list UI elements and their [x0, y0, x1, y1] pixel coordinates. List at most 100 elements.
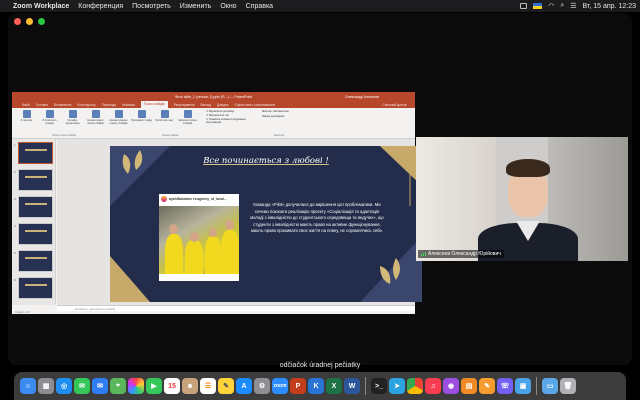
slide-thumbnail[interactable]: 3	[14, 196, 53, 218]
custom-show-icon	[91, 110, 100, 118]
slide-thumbnail[interactable]: 4	[14, 223, 53, 245]
button-label: Записати показ слайдів	[178, 119, 197, 125]
slide-thumbnail[interactable]: 5	[14, 250, 53, 272]
menu-item-help[interactable]: Справка	[246, 3, 273, 10]
from-beginning-button[interactable]: З початку	[16, 110, 37, 132]
menu-item-edit[interactable]: Изменить	[180, 3, 212, 10]
online-icon	[68, 110, 77, 118]
chrome-icon[interactable]	[407, 378, 423, 394]
setup-checkboxes: Відтворити розповіді Використати час Пок…	[206, 110, 254, 136]
facetime-icon[interactable]: ▶	[146, 378, 162, 394]
books-icon[interactable]: ▤	[461, 378, 477, 394]
slide-title[interactable]: Все починається з любові !	[110, 156, 422, 166]
tab-home[interactable]: Головна	[36, 103, 48, 107]
mail-icon[interactable]: ✉	[92, 378, 108, 394]
input-language-icon[interactable]	[533, 3, 543, 9]
tab-help[interactable]: Довідка	[217, 103, 228, 107]
menu-app-name[interactable]: Zoom Workplace	[13, 3, 69, 10]
appstore-icon[interactable]: A	[236, 378, 252, 394]
hide-slide-button[interactable]: Приховати слайд	[131, 110, 152, 132]
tab-design[interactable]: Конструктор	[77, 103, 95, 107]
minimize-window-button[interactable]	[26, 18, 33, 25]
rehearse-timings-button[interactable]: Репетиція часу	[154, 110, 175, 132]
slide-thumbnail[interactable]: 6	[14, 277, 53, 299]
menu-item-view[interactable]: Посмотреть	[132, 3, 171, 10]
person-shape	[185, 240, 203, 274]
instagram-post-image[interactable]: ayshiftukraine та agency_of_local...	[159, 194, 239, 281]
viber-icon[interactable]: ☏	[497, 378, 513, 394]
tab-insert[interactable]: Вставлення	[54, 103, 71, 107]
person-shape	[165, 234, 183, 274]
hide-slide-icon	[137, 110, 146, 118]
word-icon[interactable]: W	[344, 378, 360, 394]
person-head	[169, 224, 178, 234]
photos-icon[interactable]	[128, 378, 144, 394]
battery-icon[interactable]	[520, 3, 528, 9]
button-label: З початку	[20, 119, 33, 122]
pages-icon[interactable]: ✎	[479, 378, 495, 394]
terminal-icon[interactable]: >_	[371, 378, 387, 394]
contacts-icon[interactable]: ☻	[182, 378, 198, 394]
zoom-icon[interactable]: zoom	[272, 378, 288, 394]
show-media-controls-checkbox[interactable]: Показати елементи керування мультимедіа	[206, 118, 254, 124]
excel-icon[interactable]: X	[326, 378, 342, 394]
slide-body-text[interactable]: Команда «Pilot» долучилася до вирішення …	[250, 202, 384, 235]
person-head	[190, 232, 199, 242]
powerpoint-user: Олександр Алексеєв	[344, 94, 379, 99]
participant-video[interactable]: Алексеев Олександр Юрійович	[416, 137, 628, 261]
dock-separator	[365, 377, 366, 395]
tab-slideshow[interactable]: Показ слайдів	[140, 101, 168, 108]
tab-review[interactable]: Рецензування	[174, 103, 195, 107]
messages-icon[interactable]: ✉	[74, 378, 90, 394]
finder-icon[interactable]: ☺	[20, 378, 36, 394]
calendar-icon[interactable]: 15	[164, 378, 180, 394]
slide-thumbnails[interactable]: 1 2 3 4 5 6	[12, 139, 56, 305]
menu-item-window[interactable]: Окно	[220, 3, 236, 10]
tab-view[interactable]: Вигляд	[201, 103, 211, 107]
wifi-icon[interactable]: ◠	[548, 2, 554, 10]
telegram-icon[interactable]: ➤	[389, 378, 405, 394]
use-timings-checkbox[interactable]: Використати час	[206, 114, 254, 117]
music-icon[interactable]: ♫	[425, 378, 441, 394]
tab-animations[interactable]: Анімація	[122, 103, 135, 107]
keynote-icon[interactable]: K	[308, 378, 324, 394]
play-narrations-checkbox[interactable]: Відтворити розповіді	[206, 110, 254, 113]
settings-icon[interactable]: ⚙	[254, 378, 270, 394]
setup-show-button[interactable]: Налаштування показу слайдів	[108, 110, 129, 132]
preview-icon[interactable]: ▣	[515, 378, 531, 394]
launchpad-icon[interactable]: ▦	[38, 378, 54, 394]
tab-transitions[interactable]: Переходи	[102, 103, 116, 107]
participant-name: Алексеев Олександр Юрійович	[428, 251, 501, 257]
close-window-button[interactable]	[14, 18, 21, 25]
person-hair	[506, 159, 550, 177]
signal-icon	[421, 252, 426, 256]
monitor-select[interactable]: Монітор: Автоматично	[262, 110, 320, 113]
search-icon[interactable]: ⌕	[560, 2, 564, 10]
slide-thumbnail[interactable]: 1	[14, 142, 53, 164]
reminders-icon[interactable]: ☰	[200, 378, 216, 394]
tab-tell-me[interactable]: Оцінки свого розпізнавання	[234, 103, 275, 107]
menu-item-conference[interactable]: Конференция	[78, 3, 123, 10]
maps-icon[interactable]: ⌖	[110, 378, 126, 394]
zoom-window-button[interactable]	[38, 18, 45, 25]
folder-icon[interactable]: ▭	[542, 378, 558, 394]
share-button[interactable]: Спільний доступ	[382, 103, 407, 107]
present-online-button[interactable]: Онлайн-презентація	[62, 110, 83, 132]
slide-thumbnail[interactable]: 2	[14, 169, 53, 191]
powerpoint-titlebar: Фото slide_1 (version 1).pptx (R...) — P…	[12, 92, 415, 101]
powerpoint-icon[interactable]: P	[290, 378, 306, 394]
from-current-slide-button[interactable]: З поточного слайда	[39, 110, 60, 132]
clock[interactable]: Вт, 15 апр. 12:23	[583, 3, 636, 10]
presenter-view-checkbox[interactable]: Режим доповідача	[262, 115, 320, 118]
record-show-button[interactable]: Записати показ слайдів	[177, 110, 198, 132]
tab-file[interactable]: Файл	[22, 103, 30, 107]
slide-canvas[interactable]: Все починається з любові ! ayshiftukrain…	[110, 146, 422, 302]
powerpoint-title: Фото slide_1 (version 1).pptx (R...) — P…	[174, 94, 253, 99]
trash-icon[interactable]: 🗑	[560, 378, 576, 394]
control-center-icon[interactable]: ☰	[570, 2, 576, 10]
button-label: Налаштування показу слайдів	[109, 119, 128, 125]
safari-icon[interactable]: ◎	[56, 378, 72, 394]
podcasts-icon[interactable]: ◉	[443, 378, 459, 394]
notes-icon[interactable]: ✎	[218, 378, 234, 394]
custom-show-button[interactable]: Налаштувати показ слайдів	[85, 110, 106, 132]
